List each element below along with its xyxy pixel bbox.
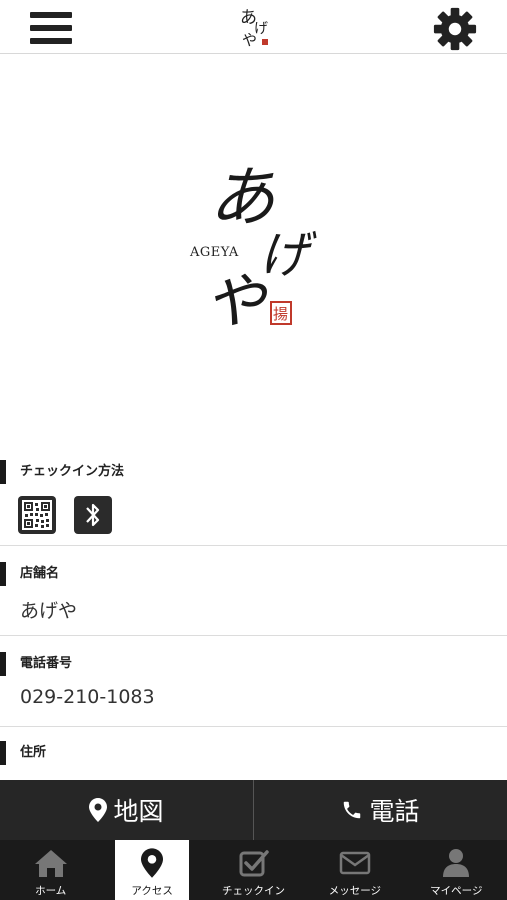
section-title-phone: 電話番号 bbox=[0, 652, 72, 676]
hamburger-menu-icon[interactable] bbox=[30, 10, 74, 46]
map-button[interactable]: 地図 bbox=[0, 780, 253, 840]
bottom-tab-bar: ホーム アクセス チェックイン メッセージ マイページ bbox=[0, 840, 507, 900]
envelope-icon bbox=[339, 846, 371, 880]
bluetooth-icon[interactable] bbox=[74, 496, 112, 534]
section-title-store-name: 店舗名 bbox=[0, 562, 59, 586]
checkin-icon bbox=[239, 846, 269, 880]
home-icon bbox=[34, 846, 68, 880]
svg-text:や: や bbox=[242, 31, 257, 49]
map-pin-icon bbox=[89, 798, 108, 822]
svg-text:あ: あ bbox=[209, 159, 275, 236]
qr-code-icon[interactable] bbox=[18, 496, 56, 534]
phone-number-value[interactable]: 029-210-1083 bbox=[20, 686, 155, 708]
divider bbox=[0, 545, 507, 546]
logo-subtitle: AGEYA bbox=[190, 245, 239, 260]
tab-label-checkin: チェックイン bbox=[222, 885, 286, 897]
tab-home[interactable]: ホーム bbox=[0, 840, 101, 900]
tab-label-home: ホーム bbox=[35, 885, 67, 897]
phone-icon bbox=[344, 801, 361, 819]
tab-label-access: アクセス bbox=[131, 885, 173, 897]
section-title-address: 住所 bbox=[0, 741, 46, 765]
app-header: あ げ や bbox=[0, 0, 507, 54]
tab-access[interactable]: アクセス bbox=[101, 840, 202, 900]
checkin-icons bbox=[18, 496, 112, 534]
map-pin-icon bbox=[141, 846, 164, 880]
svg-text:や: や bbox=[205, 267, 269, 337]
map-button-label: 地図 bbox=[113, 797, 164, 826]
divider bbox=[0, 635, 507, 636]
hero-logo-area: あ げ や 揚 AGEYA bbox=[0, 55, 507, 455]
svg-text:揚: 揚 bbox=[273, 305, 288, 323]
tab-label-message: メッセージ bbox=[328, 885, 382, 897]
svg-text:げ: げ bbox=[259, 226, 317, 284]
tab-checkin[interactable]: チェックイン bbox=[203, 840, 304, 900]
gear-icon[interactable] bbox=[432, 6, 478, 52]
tab-message[interactable]: メッセージ bbox=[304, 840, 405, 900]
header-logo: あ げ や bbox=[240, 8, 268, 49]
action-bar: 地図 電話 bbox=[0, 780, 507, 840]
divider bbox=[0, 726, 507, 727]
section-title-checkin: チェックイン方法 bbox=[0, 460, 124, 484]
call-button-label: 電話 bbox=[369, 797, 420, 826]
tab-mypage[interactable]: マイページ bbox=[406, 840, 507, 900]
store-name-value: あげや bbox=[20, 600, 78, 622]
call-button[interactable]: 電話 bbox=[253, 780, 507, 840]
user-icon bbox=[442, 846, 470, 880]
tab-label-mypage: マイページ bbox=[430, 885, 483, 897]
